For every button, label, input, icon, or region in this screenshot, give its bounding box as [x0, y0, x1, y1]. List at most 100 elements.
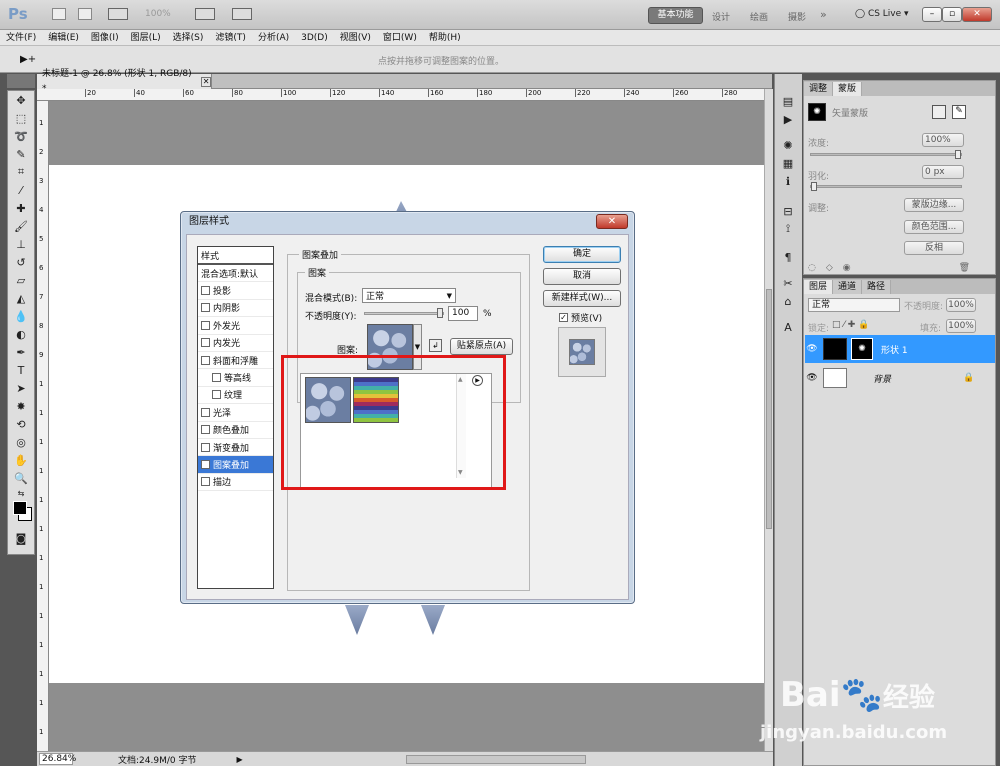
- visibility-eye-icon-bg[interactable]: 👁: [805, 373, 819, 383]
- pixel-mask-icon[interactable]: [932, 105, 946, 119]
- status-menu-icon[interactable]: ▶: [236, 755, 242, 764]
- clone-source-icon[interactable]: ⟟: [775, 220, 801, 238]
- style-item[interactable]: 斜面和浮雕: [198, 352, 273, 370]
- swatches-panel-icon[interactable]: ▦: [775, 154, 801, 172]
- restore-button[interactable]: ▫: [942, 7, 962, 22]
- workspace-essentials[interactable]: 基本功能: [648, 7, 703, 24]
- swap-colors-icon[interactable]: ⇆: [8, 487, 34, 499]
- menu-image[interactable]: 图像(I): [85, 30, 125, 46]
- load-selection-icon[interactable]: ◌: [808, 263, 816, 273]
- color-swatches[interactable]: [8, 499, 34, 529]
- menu-select[interactable]: 选择(S): [167, 30, 210, 46]
- enable-mask-icon[interactable]: ◉: [843, 263, 851, 273]
- style-item[interactable]: 外发光: [198, 317, 273, 335]
- density-slider-knob[interactable]: [955, 150, 961, 159]
- opacity-input[interactable]: 100: [448, 306, 478, 321]
- color-panel-icon[interactable]: ✺: [775, 136, 801, 154]
- minimize-button[interactable]: –: [922, 7, 942, 22]
- dialog-close-button[interactable]: ✕: [596, 214, 628, 229]
- style-checkbox[interactable]: [201, 477, 210, 487]
- lasso-tool-icon[interactable]: ➰: [8, 127, 34, 145]
- zoom-tool-icon[interactable]: 🔍: [8, 469, 34, 487]
- snap-to-origin-button[interactable]: 贴紧原点(A): [450, 338, 513, 355]
- mask-edge-button[interactable]: 蒙版边缘...: [904, 198, 964, 212]
- tab-layers[interactable]: 图层: [804, 279, 834, 294]
- path-select-tool-icon[interactable]: ➤: [8, 379, 34, 397]
- style-checkbox[interactable]: [201, 355, 210, 365]
- tab-channels[interactable]: 通道: [833, 279, 863, 294]
- preview-checkbox[interactable]: ✓: [559, 313, 568, 322]
- doc-tab[interactable]: 未标题-1 @ 26.8% (形状 1, RGB/8) * ✕: [37, 69, 212, 94]
- quick-select-tool-icon[interactable]: ✎: [8, 145, 34, 163]
- zoom-field[interactable]: 26.84%: [39, 753, 76, 765]
- vector-mask-icon[interactable]: ✎: [952, 105, 966, 119]
- brush-panel-icon[interactable]: ⊟: [775, 202, 801, 220]
- character-panel-icon[interactable]: A: [775, 318, 801, 336]
- new-preset-icon[interactable]: ↲: [429, 339, 442, 352]
- menu-filter[interactable]: 滤镜(T): [209, 30, 252, 46]
- move-tool-preset[interactable]: ▶+: [20, 54, 36, 65]
- close-app-button[interactable]: ✕: [962, 7, 992, 22]
- style-item[interactable]: 光泽: [198, 404, 273, 422]
- style-item[interactable]: 等高线: [198, 369, 273, 387]
- pen-tool-icon[interactable]: ✒: [8, 343, 34, 361]
- style-item[interactable]: 描边: [198, 474, 273, 492]
- history-brush-tool-icon[interactable]: ↺: [8, 253, 34, 271]
- style-item[interactable]: 内发光: [198, 335, 273, 352]
- style-item[interactable]: 内阴影: [198, 300, 273, 318]
- density-slider[interactable]: [810, 150, 962, 159]
- actions-panel-icon[interactable]: ▶: [775, 110, 801, 128]
- 3d-orbit-tool-icon[interactable]: ◎: [8, 433, 34, 451]
- workspace-design[interactable]: 设计: [712, 10, 730, 23]
- workspace-photography[interactable]: 摄影: [788, 10, 806, 23]
- arrange-icon[interactable]: [195, 8, 215, 20]
- feather-slider-knob[interactable]: [811, 182, 817, 191]
- move-tool-icon[interactable]: ✥: [8, 91, 34, 109]
- feather-field[interactable]: 0 px: [922, 165, 964, 179]
- tool-presets-icon[interactable]: ✂: [775, 274, 801, 292]
- scroll-thumb[interactable]: [766, 289, 772, 529]
- brush-tool-icon[interactable]: 🖌: [8, 217, 34, 235]
- blend-mode-select[interactable]: 正常 ▼: [362, 288, 456, 303]
- eraser-tool-icon[interactable]: ▱: [8, 271, 34, 289]
- menu-layer[interactable]: 图层(L): [125, 30, 167, 46]
- horizontal-scrollbar[interactable]: [405, 754, 586, 764]
- layer-row-shape[interactable]: 👁 ✺ 形状 1: [805, 335, 995, 363]
- bucket-tool-icon[interactable]: ◭: [8, 289, 34, 307]
- menu-analysis[interactable]: 分析(A): [252, 30, 295, 46]
- cslive-button[interactable]: ◯ CS Live ▾: [855, 9, 909, 19]
- screen-mode-icon[interactable]: [232, 8, 252, 20]
- style-item[interactable]: 颜色叠加: [198, 422, 273, 439]
- 3d-panel-icon[interactable]: ⌂: [775, 292, 801, 310]
- healing-tool-icon[interactable]: ✚: [8, 199, 34, 217]
- tab-masks[interactable]: 蒙版: [833, 81, 863, 96]
- mask-thumb-icon[interactable]: ✺: [808, 103, 826, 121]
- foreground-color[interactable]: [13, 501, 27, 515]
- invert-button[interactable]: 反相: [904, 241, 964, 255]
- style-checkbox[interactable]: [201, 407, 210, 417]
- feather-slider[interactable]: [810, 182, 962, 191]
- lock-icons[interactable]: □ ⁄ ✚ 🔒: [832, 320, 869, 330]
- vector-mask-thumbnail[interactable]: ✺: [851, 338, 873, 360]
- new-style-button[interactable]: 新建样式(W)...: [543, 290, 621, 307]
- opacity-slider[interactable]: [364, 308, 444, 318]
- density-field[interactable]: 100%: [922, 133, 964, 147]
- eyedropper-tool-icon[interactable]: ⁄: [8, 181, 34, 199]
- layer-blend-mode-select[interactable]: 正常: [808, 298, 900, 312]
- preview-checkbox-row[interactable]: ✓ 预览(V): [559, 311, 602, 324]
- tab-adjustments[interactable]: 调整: [804, 81, 834, 96]
- style-checkbox[interactable]: [201, 286, 210, 296]
- menu-3d[interactable]: 3D(D): [295, 30, 334, 46]
- history-panel-icon[interactable]: ▤: [775, 92, 801, 110]
- menu-window[interactable]: 窗口(W): [377, 30, 423, 46]
- delete-mask-icon[interactable]: 🗑: [959, 263, 970, 273]
- quick-mask-icon[interactable]: ◙: [8, 529, 34, 547]
- extras-icon[interactable]: [108, 8, 128, 20]
- more-workspaces[interactable]: »: [820, 8, 827, 21]
- close-tab-icon[interactable]: ✕: [201, 76, 211, 87]
- minibridge-icon[interactable]: [78, 8, 92, 20]
- style-item[interactable]: 渐变叠加: [198, 439, 273, 457]
- ok-button[interactable]: 确定: [543, 246, 621, 263]
- style-checkbox[interactable]: [212, 390, 221, 400]
- marquee-tool-icon[interactable]: ⬚: [8, 109, 34, 127]
